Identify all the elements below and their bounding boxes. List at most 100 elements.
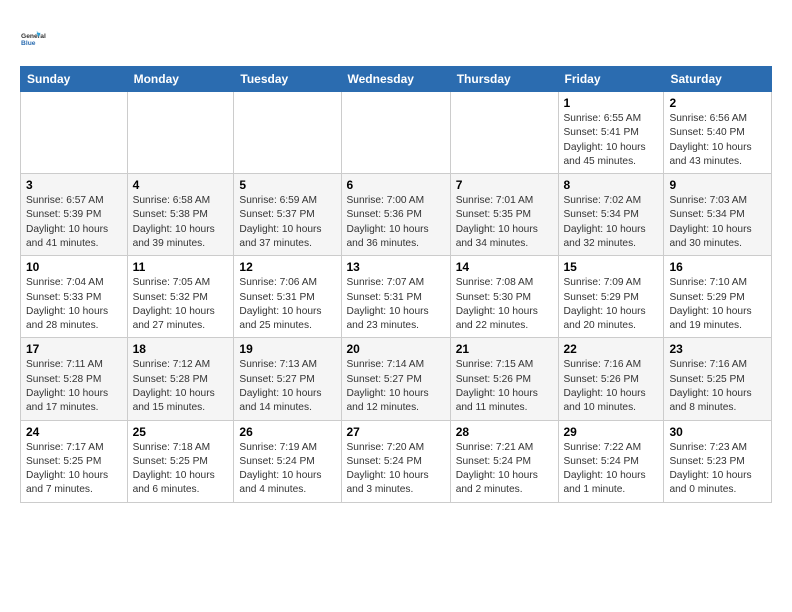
day-number: 5	[239, 178, 335, 192]
calendar-cell: 18Sunrise: 7:12 AM Sunset: 5:28 PM Dayli…	[127, 338, 234, 420]
day-number: 16	[669, 260, 766, 274]
calendar-cell: 20 Sunrise: 7:14 AM Sunset: 5:27 PM Dayli…	[341, 338, 450, 420]
day-number: 14	[456, 260, 553, 274]
calendar-cell: 16 Sunrise: 7:10 AM Sunset: 5:29 PM Dayli…	[664, 256, 772, 338]
day-info: Sunrise: 7:09 AM Sunset: 5:29 PM Dayligh…	[564, 276, 659, 333]
calendar-cell: 5 Sunrise: 6:59 AM Sunset: 5:37 PM Daylig…	[234, 174, 341, 256]
day-number: 18	[133, 342, 229, 356]
day-number: 3	[26, 178, 122, 192]
day-info: Sunrise: 7:18 AM Sunset: 5:25 PM Dayligh…	[133, 441, 229, 498]
header: General Blue	[20, 20, 772, 56]
calendar-week-2: 3 Sunrise: 6:57 AM Sunset: 5:39 PM Daylig…	[21, 174, 772, 256]
calendar-cell: 8 Sunrise: 7:02 AM Sunset: 5:34 PM Daylig…	[558, 174, 664, 256]
calendar-cell: 19 Sunrise: 7:13 AM Sunset: 5:27 PM Dayli…	[234, 338, 341, 420]
day-number: 24	[26, 425, 122, 439]
day-number: 26	[239, 425, 335, 439]
day-info: Sunrise: 7:16 AM Sunset: 5:26 PM Dayligh…	[564, 358, 659, 415]
calendar-table: SundayMondayTuesdayWednesdayThursdayFrid…	[20, 66, 772, 503]
svg-text:General: General	[21, 33, 46, 40]
calendar-cell	[341, 92, 450, 174]
day-number: 7	[456, 178, 553, 192]
day-info: Sunrise: 7:11 AM Sunset: 5:28 PM Dayligh…	[26, 358, 122, 415]
day-info: Sunrise: 7:00 AM Sunset: 5:36 PM Dayligh…	[347, 194, 445, 251]
calendar-week-4: 17 Sunrise: 7:11 AM Sunset: 5:28 PM Dayli…	[21, 338, 772, 420]
day-number: 20	[347, 342, 445, 356]
day-number: 10	[26, 260, 122, 274]
calendar-cell: 28 Sunrise: 7:21 AM Sunset: 5:24 PM Dayli…	[450, 420, 558, 502]
day-number: 6	[347, 178, 445, 192]
calendar-cell: 15Sunrise: 7:09 AM Sunset: 5:29 PM Dayli…	[558, 256, 664, 338]
col-header-monday: Monday	[127, 67, 234, 92]
day-number: 28	[456, 425, 553, 439]
day-number: 12	[239, 260, 335, 274]
day-info: Sunrise: 7:10 AM Sunset: 5:29 PM Dayligh…	[669, 276, 766, 333]
calendar-cell: 27 Sunrise: 7:20 AM Sunset: 5:24 PM Dayli…	[341, 420, 450, 502]
day-number: 1	[564, 96, 659, 110]
calendar-cell: 13Sunrise: 7:07 AM Sunset: 5:31 PM Dayli…	[341, 256, 450, 338]
day-info: Sunrise: 7:17 AM Sunset: 5:25 PM Dayligh…	[26, 441, 122, 498]
day-info: Sunrise: 7:01 AM Sunset: 5:35 PM Dayligh…	[456, 194, 553, 251]
calendar-cell	[127, 92, 234, 174]
calendar-cell: 23 Sunrise: 7:16 AM Sunset: 5:25 PM Dayli…	[664, 338, 772, 420]
day-number: 22	[564, 342, 659, 356]
day-number: 21	[456, 342, 553, 356]
day-info: Sunrise: 7:08 AM Sunset: 5:30 PM Dayligh…	[456, 276, 553, 333]
day-number: 19	[239, 342, 335, 356]
day-number: 4	[133, 178, 229, 192]
calendar-cell: 25 Sunrise: 7:18 AM Sunset: 5:25 PM Dayli…	[127, 420, 234, 502]
calendar-cell: 30 Sunrise: 7:23 AM Sunset: 5:23 PM Dayli…	[664, 420, 772, 502]
calendar-week-5: 24 Sunrise: 7:17 AM Sunset: 5:25 PM Dayli…	[21, 420, 772, 502]
calendar-cell: 9 Sunrise: 7:03 AM Sunset: 5:34 PM Daylig…	[664, 174, 772, 256]
day-info: Sunrise: 6:59 AM Sunset: 5:37 PM Dayligh…	[239, 194, 335, 251]
logo: General Blue	[20, 20, 56, 56]
calendar-cell: 6 Sunrise: 7:00 AM Sunset: 5:36 PM Daylig…	[341, 174, 450, 256]
calendar-cell: 29 Sunrise: 7:22 AM Sunset: 5:24 PM Dayli…	[558, 420, 664, 502]
calendar-cell: 14 Sunrise: 7:08 AM Sunset: 5:30 PM Dayli…	[450, 256, 558, 338]
day-info: Sunrise: 7:20 AM Sunset: 5:24 PM Dayligh…	[347, 441, 445, 498]
day-number: 8	[564, 178, 659, 192]
calendar-cell: 24 Sunrise: 7:17 AM Sunset: 5:25 PM Dayli…	[21, 420, 128, 502]
calendar-cell	[234, 92, 341, 174]
day-info: Sunrise: 7:15 AM Sunset: 5:26 PM Dayligh…	[456, 358, 553, 415]
col-header-thursday: Thursday	[450, 67, 558, 92]
day-number: 17	[26, 342, 122, 356]
day-number: 29	[564, 425, 659, 439]
calendar-cell: 12Sunrise: 7:06 AM Sunset: 5:31 PM Dayli…	[234, 256, 341, 338]
day-number: 9	[669, 178, 766, 192]
calendar-cell: 7 Sunrise: 7:01 AM Sunset: 5:35 PM Daylig…	[450, 174, 558, 256]
calendar-cell: 1Sunrise: 6:55 AM Sunset: 5:41 PM Daylig…	[558, 92, 664, 174]
day-info: Sunrise: 6:57 AM Sunset: 5:39 PM Dayligh…	[26, 194, 122, 251]
day-info: Sunrise: 7:14 AM Sunset: 5:27 PM Dayligh…	[347, 358, 445, 415]
day-number: 2	[669, 96, 766, 110]
calendar-cell: 11 Sunrise: 7:05 AM Sunset: 5:32 PM Dayli…	[127, 256, 234, 338]
day-info: Sunrise: 7:04 AM Sunset: 5:33 PM Dayligh…	[26, 276, 122, 333]
day-info: Sunrise: 7:05 AM Sunset: 5:32 PM Dayligh…	[133, 276, 229, 333]
header-row: SundayMondayTuesdayWednesdayThursdayFrid…	[21, 67, 772, 92]
day-info: Sunrise: 6:58 AM Sunset: 5:38 PM Dayligh…	[133, 194, 229, 251]
day-number: 11	[133, 260, 229, 274]
day-info: Sunrise: 7:13 AM Sunset: 5:27 PM Dayligh…	[239, 358, 335, 415]
day-info: Sunrise: 7:03 AM Sunset: 5:34 PM Dayligh…	[669, 194, 766, 251]
day-info: Sunrise: 7:02 AM Sunset: 5:34 PM Dayligh…	[564, 194, 659, 251]
day-info: Sunrise: 7:16 AM Sunset: 5:25 PM Dayligh…	[669, 358, 766, 415]
day-info: Sunrise: 7:23 AM Sunset: 5:23 PM Dayligh…	[669, 441, 766, 498]
day-info: Sunrise: 7:21 AM Sunset: 5:24 PM Dayligh…	[456, 441, 553, 498]
calendar-cell	[21, 92, 128, 174]
calendar-cell: 26Sunrise: 7:19 AM Sunset: 5:24 PM Dayli…	[234, 420, 341, 502]
calendar-cell: 3 Sunrise: 6:57 AM Sunset: 5:39 PM Daylig…	[21, 174, 128, 256]
day-number: 27	[347, 425, 445, 439]
day-number: 30	[669, 425, 766, 439]
day-info: Sunrise: 6:56 AM Sunset: 5:40 PM Dayligh…	[669, 112, 766, 169]
calendar-cell: 4 Sunrise: 6:58 AM Sunset: 5:38 PM Daylig…	[127, 174, 234, 256]
page: General Blue SundayMondayTuesdayWednesda…	[0, 0, 792, 513]
col-header-saturday: Saturday	[664, 67, 772, 92]
svg-text:Blue: Blue	[21, 40, 36, 47]
col-header-sunday: Sunday	[21, 67, 128, 92]
calendar-cell	[450, 92, 558, 174]
day-number: 23	[669, 342, 766, 356]
day-info: Sunrise: 7:22 AM Sunset: 5:24 PM Dayligh…	[564, 441, 659, 498]
day-number: 25	[133, 425, 229, 439]
calendar-cell: 17 Sunrise: 7:11 AM Sunset: 5:28 PM Dayli…	[21, 338, 128, 420]
col-header-friday: Friday	[558, 67, 664, 92]
calendar-week-1: 1Sunrise: 6:55 AM Sunset: 5:41 PM Daylig…	[21, 92, 772, 174]
